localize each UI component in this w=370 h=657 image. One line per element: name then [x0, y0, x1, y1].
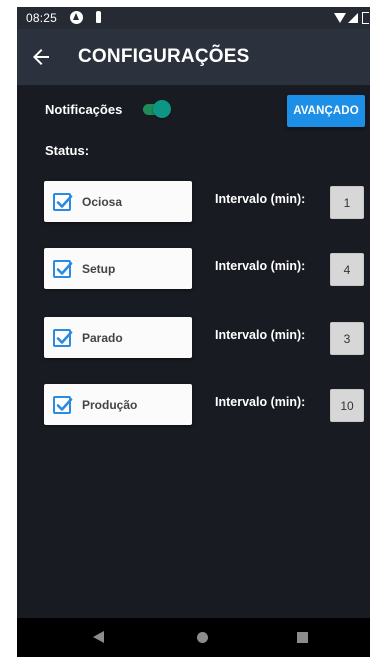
interval-label: Intervalo (min): [215, 259, 306, 273]
wifi-icon [334, 13, 346, 23]
toggle-thumb [153, 100, 171, 118]
signal-icon [348, 13, 358, 23]
interval-label: Intervalo (min): [215, 192, 306, 206]
notification-small-icon [96, 11, 101, 23]
interval-input-parado[interactable] [330, 322, 364, 355]
status-chip-setup[interactable]: Setup [44, 248, 192, 289]
square-recents-icon[interactable] [297, 632, 308, 643]
checkbox-checked-icon[interactable] [53, 193, 73, 211]
circle-home-icon[interactable] [197, 632, 208, 643]
status-section-label: Status: [45, 143, 90, 158]
triangle-back-icon[interactable] [93, 631, 104, 643]
status-chip-ociosa[interactable]: Ociosa [44, 181, 192, 222]
status-chip-label: Parado [82, 331, 123, 345]
battery-icon [362, 12, 369, 24]
notifications-toggle[interactable] [141, 100, 171, 118]
back-arrow-icon[interactable] [29, 45, 53, 69]
status-row-ociosa: Ociosa Intervalo (min): [17, 181, 370, 225]
page-title: CONFIGURAÇÕES [78, 46, 250, 67]
status-chip-label: Produção [82, 398, 138, 412]
status-row-producao: Produção Intervalo (min): [17, 384, 370, 428]
interval-input-producao[interactable] [330, 389, 364, 422]
checkbox-checked-icon[interactable] [53, 329, 73, 347]
interval-input-ociosa[interactable] [330, 186, 364, 219]
status-bar: 08:25 [17, 7, 370, 29]
system-nav-bar [17, 618, 370, 657]
notifications-label: Notificações [45, 102, 123, 117]
checkbox-checked-icon[interactable] [53, 260, 73, 278]
status-chip-parado[interactable]: Parado [44, 317, 192, 358]
interval-label: Intervalo (min): [215, 395, 306, 409]
status-chip-label: Ociosa [82, 195, 123, 209]
phone-screen: 08:25 CONFIGURAÇÕES Notificações AVANÇAD… [17, 7, 370, 657]
advanced-button[interactable]: AVANÇADO [287, 95, 365, 127]
app-bar: CONFIGURAÇÕES [17, 29, 370, 85]
interval-label: Intervalo (min): [215, 328, 306, 342]
status-row-parado: Parado Intervalo (min): [17, 317, 370, 361]
status-chip-label: Setup [82, 262, 116, 276]
interval-input-setup[interactable] [330, 253, 364, 286]
notification-app-icon [70, 11, 83, 24]
status-row-setup: Setup Intervalo (min): [17, 248, 370, 292]
checkbox-checked-icon[interactable] [53, 396, 73, 414]
status-chip-producao[interactable]: Produção [44, 384, 192, 425]
status-time: 08:25 [26, 11, 58, 25]
